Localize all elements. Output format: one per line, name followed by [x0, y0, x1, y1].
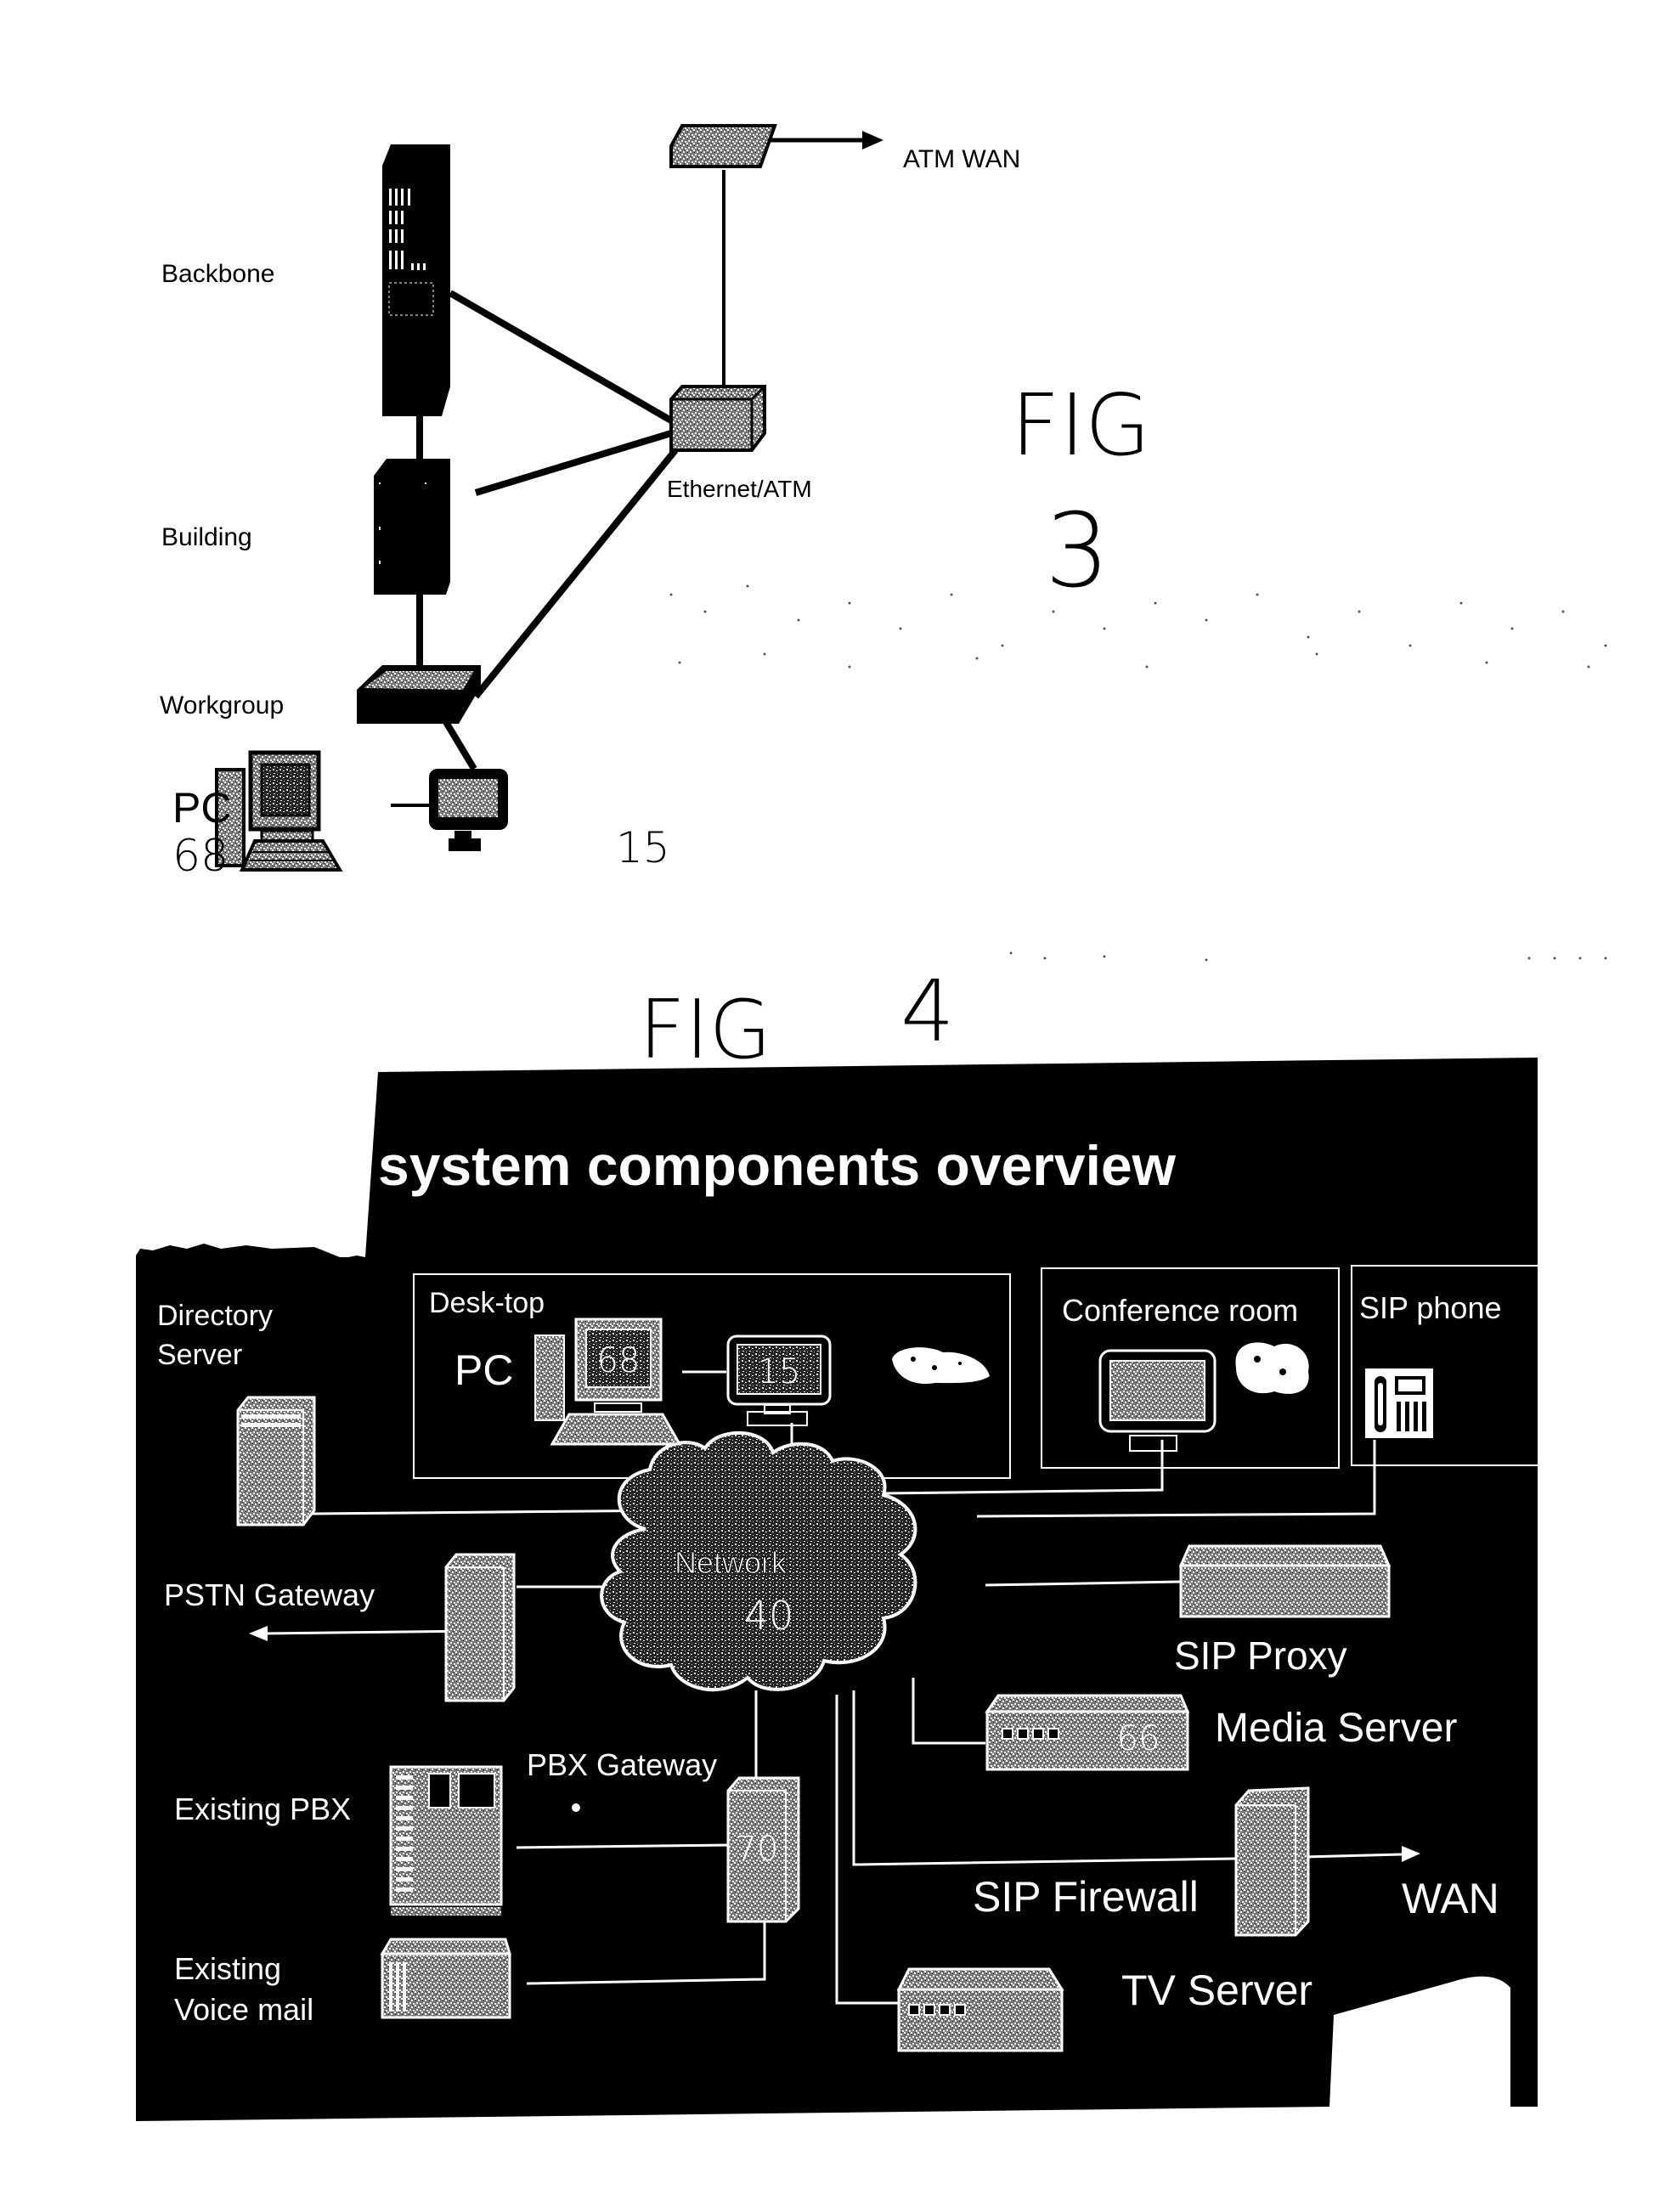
ref-monitor-15: 15 [616, 823, 670, 872]
building-switch-icon [374, 459, 450, 595]
group-label-desktop: Desk-top [429, 1287, 545, 1319]
ethernet-atm-switch-icon [669, 385, 766, 452]
conference-room-camera-blob-icon [1235, 1342, 1309, 1394]
label-pbx-gateway: PBX Gateway [527, 1747, 717, 1782]
label-pstn-gateway: PSTN Gateway [164, 1577, 375, 1612]
label-wan: WAN [1402, 1875, 1499, 1922]
existing-voicemail-icon [380, 1938, 512, 2019]
fig4-caption-number: 4 [900, 962, 955, 1061]
label-sip-proxy: SIP Proxy [1174, 1634, 1347, 1678]
ref-desktop-pc-68: 68 [597, 1341, 641, 1380]
link-workgroup-monitor [443, 719, 477, 771]
fig4-caption-word: FIG [639, 984, 771, 1077]
atm-router-icon [669, 124, 777, 168]
ref-network-40: 40 [744, 1593, 794, 1639]
pc-computer-icon [215, 750, 343, 872]
label-atm-wan: ATM WAN [903, 145, 1020, 173]
bullet-dot [572, 1803, 580, 1812]
label-media-server: Media Server [1215, 1706, 1457, 1751]
label-ethernet-atm: Ethernet/ATM [667, 476, 812, 502]
label-existing-voicemail-line1: Existing [174, 1951, 281, 1986]
fig3-caption-number: 3 [1045, 493, 1109, 611]
label-tv-server: TV Server [1121, 1967, 1312, 2014]
pstn-gateway-icon [444, 1553, 516, 1702]
link-building-ethernet [474, 430, 673, 496]
group-label-conference-room: Conference room [1062, 1293, 1298, 1328]
patent-figures: Backbone Building Workgroup Ethernet/ATM… [136, 124, 1607, 2121]
label-pc: PC [172, 784, 231, 832]
ip-video-phone-icon [429, 769, 508, 851]
group-label-desktop-pc: PC [454, 1346, 513, 1394]
backbone-switch-icon [382, 144, 450, 416]
label-existing-pbx: Existing PBX [174, 1792, 351, 1826]
media-server-icon: 66 [985, 1694, 1190, 1771]
ref-media-server-66: 66 [1117, 1719, 1160, 1758]
ref-desktop-monitor-15: 15 [758, 1352, 801, 1391]
link-workgroup-ethernet [472, 448, 679, 699]
fig4-title: system components overview [378, 1134, 1177, 1197]
sip-proxy-icon [1178, 1544, 1392, 1618]
existing-pbx-icon [389, 1765, 503, 1916]
label-building: Building [161, 523, 252, 551]
ref-pc-68: 68 [172, 831, 229, 882]
sip-phone-icon [1365, 1368, 1433, 1438]
directory-server-icon [236, 1396, 316, 1526]
scan-noise [669, 584, 1607, 962]
arrow-head-atm-wan [862, 131, 883, 150]
group-label-sip-phone: SIP phone [1359, 1290, 1501, 1325]
network-label: Network [675, 1545, 787, 1580]
ref-pbx-gateway-70: 70 [736, 1830, 779, 1869]
label-directory-server-line1: Directory [157, 1300, 273, 1332]
label-sip-firewall: SIP Firewall [973, 1873, 1199, 1921]
label-existing-voicemail-line2: Voice mail [174, 1992, 313, 2027]
sip-firewall-icon [1234, 1786, 1310, 1937]
tv-server-icon [896, 1967, 1064, 2052]
label-workgroup: Workgroup [160, 691, 284, 719]
pbx-gateway-icon: 70 [726, 1776, 800, 1923]
fig3-caption-word: FIG [1011, 375, 1151, 475]
label-directory-server-line2: Server [157, 1339, 242, 1371]
link-backbone-ethernet [449, 290, 673, 424]
label-backbone: Backbone [161, 260, 274, 288]
workgroup-switch-icon [357, 665, 481, 724]
